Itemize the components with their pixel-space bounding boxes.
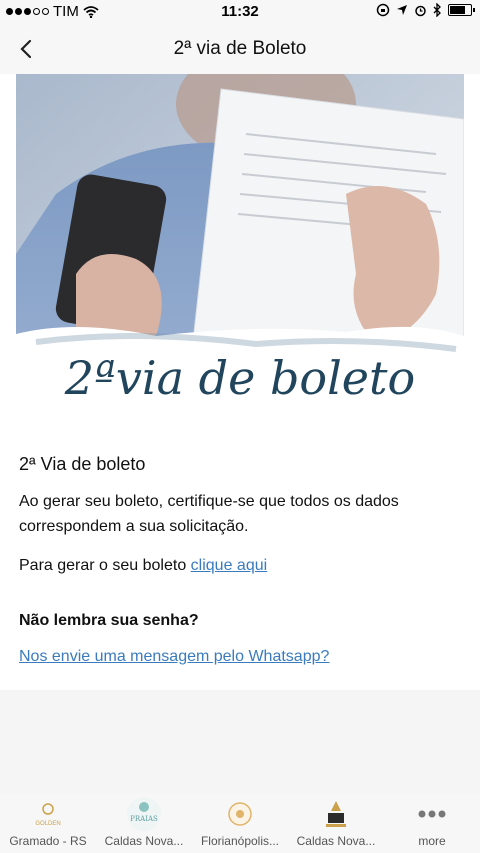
page-title: 2ª via de Boleto xyxy=(173,38,307,59)
content-card: 2ªvia de boleto 2ª Via de boleto Ao gera… xyxy=(0,74,480,690)
whatsapp-link[interactable]: Nos envie uma mensagem pelo Whatsapp? xyxy=(19,644,459,669)
password-question: Não lembra sua senha? xyxy=(19,612,199,629)
hero-illustration: 2ªvia de boleto xyxy=(16,74,464,432)
praias-logo-icon: PRAIAS xyxy=(127,797,161,831)
battery-icon xyxy=(448,4,475,16)
tab-caldas-novas-2[interactable]: Caldas Nova... xyxy=(288,793,384,853)
tab-label: Florianópolis... xyxy=(200,834,280,848)
instructions-text: Ao gerar seu boleto, certifique-se que t… xyxy=(19,493,399,535)
content-body: 2ª Via de boleto Ao gerar seu boleto, ce… xyxy=(19,454,459,683)
tab-label: Caldas Nova... xyxy=(104,834,184,848)
rotation-lock-icon xyxy=(376,3,390,17)
alarm-icon xyxy=(415,5,426,16)
more-icon xyxy=(415,797,449,831)
tab-label: Gramado - RS xyxy=(9,834,87,848)
nav-bar: 2ª via de Boleto xyxy=(0,24,480,74)
hero-image: 2ªvia de boleto xyxy=(16,74,464,432)
tab-label: Caldas Nova... xyxy=(296,834,376,848)
generate-prefix: Para gerar o seu boleto xyxy=(19,557,191,574)
status-right xyxy=(376,3,475,17)
tab-label: more xyxy=(418,834,446,848)
tab-caldas-novas-1[interactable]: PRAIAS Caldas Nova... xyxy=(96,793,192,853)
section-title: 2ª Via de boleto xyxy=(19,454,146,474)
tab-florianopolis[interactable]: Florianópolis... xyxy=(192,793,288,853)
status-bar: TIM 11:32 xyxy=(0,0,480,24)
golden-logo-icon: GOLDEN xyxy=(31,797,65,831)
tab-more[interactable]: more xyxy=(384,793,480,853)
generate-boleto-link[interactable]: clique aqui xyxy=(191,557,268,574)
tab-bar: GOLDEN Gramado - RS PRAIAS Caldas Nova..… xyxy=(0,793,480,853)
hero-text: 2ªvia de boleto xyxy=(64,351,415,405)
location-icon xyxy=(397,5,407,15)
svg-text:PRAIAS: PRAIAS xyxy=(130,815,158,823)
hotel-logo-icon xyxy=(319,797,353,831)
generate-line: Para gerar o seu boleto clique aqui xyxy=(19,553,459,578)
resort-logo-icon xyxy=(223,797,257,831)
bluetooth-icon xyxy=(433,3,441,17)
tab-gramado[interactable]: GOLDEN Gramado - RS xyxy=(0,793,96,853)
svg-text:GOLDEN: GOLDEN xyxy=(35,821,60,827)
